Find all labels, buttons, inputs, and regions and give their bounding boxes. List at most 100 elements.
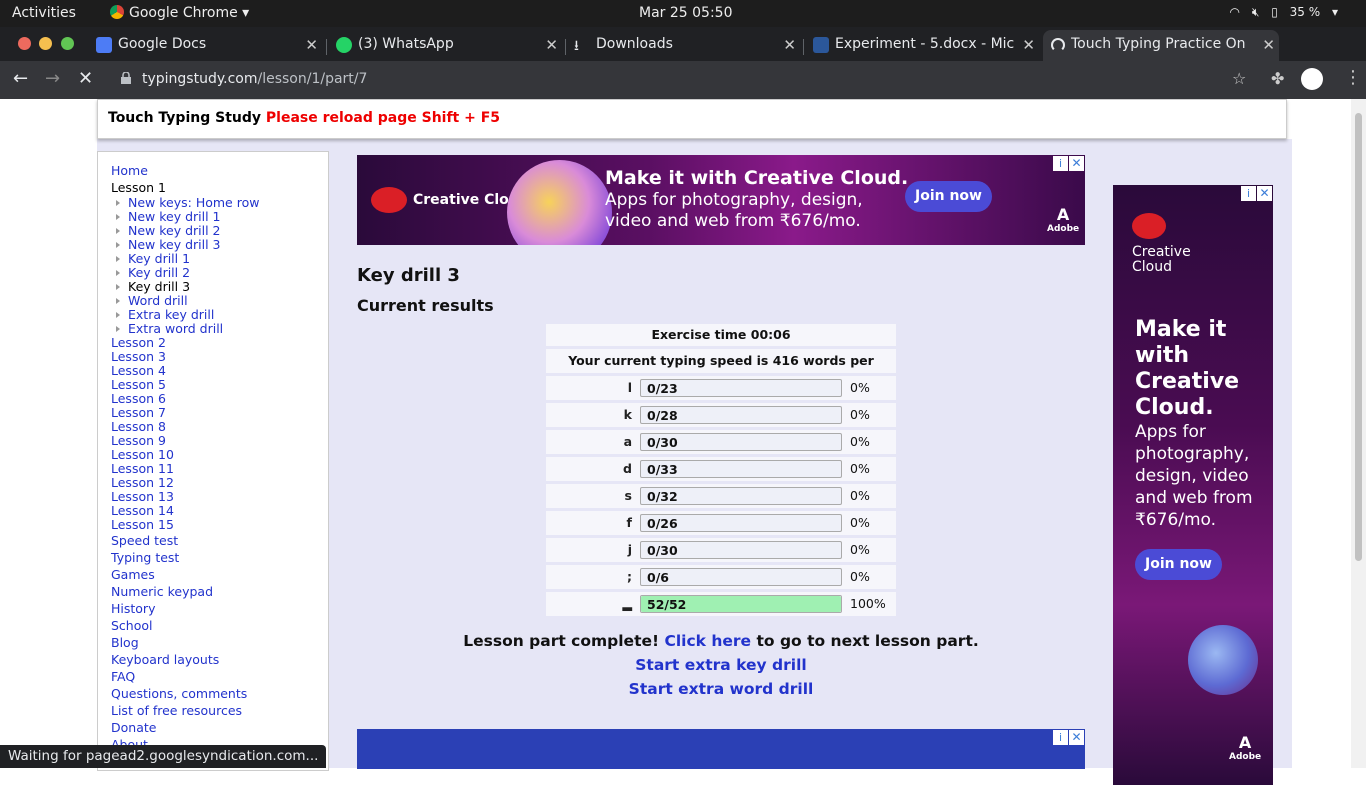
sidebar-link-extra-word-drill[interactable]: Extra word drill [128,322,328,336]
adchoices-icon[interactable]: i [1053,730,1068,745]
key-result-row: k 0/28 0% [546,403,896,427]
sidebar-item-history[interactable]: History [111,600,328,617]
sidebar-nav: Home Lesson 1 New keys: Home row New key… [97,151,329,771]
app-menu[interactable]: Google Chrome ▾ [110,5,249,21]
progress-count: 0/30 [647,435,678,450]
sidebar-link-key-drill-2[interactable]: Key drill 2 [128,266,328,280]
system-tray[interactable]: ◠ 🔇︎ ▯ 35 % ▾ [1222,5,1339,20]
sidebar-link-new-key-drill-3[interactable]: New key drill 3 [128,238,328,252]
sidebar-item-typing-test[interactable]: Typing test [111,549,328,566]
sidebar-current-key-drill-3: Key drill 3 [128,279,191,294]
close-ad-icon[interactable]: ✕ [1069,730,1084,745]
progress-count: 0/26 [647,516,678,531]
close-tab-icon[interactable]: ✕ [545,36,558,54]
ad-planet-image [1188,625,1258,695]
close-tab-icon[interactable]: ✕ [305,36,318,54]
sidebar-item-school[interactable]: School [111,617,328,634]
sidebar-link-new-keys[interactable]: New keys: Home row [128,196,328,210]
tab-downloads[interactable]: ⭳ Downloads ✕ [568,30,800,61]
tab-touch-typing[interactable]: Touch Typing Practice On ✕ [1043,30,1279,61]
key-result-row: ▂ 52/52 100% [546,592,896,616]
sidebar-item-lesson[interactable]: Lesson 4 [111,364,328,378]
sidebar-item-lesson[interactable]: Lesson 9 [111,434,328,448]
tab-google-docs[interactable]: Google Docs ✕ [90,30,322,61]
sidebar-item-lesson[interactable]: Lesson 8 [111,420,328,434]
bottom-banner-ad[interactable]: i ✕ [357,729,1085,769]
start-extra-word-drill-link[interactable]: Start extra word drill [629,680,814,698]
key-result-row: a 0/30 0% [546,430,896,454]
extensions-puzzle-icon[interactable]: ✤ [1271,69,1284,88]
sidebar-item-lesson[interactable]: Lesson 6 [111,392,328,406]
forward-button[interactable]: → [45,68,60,89]
sidebar-item-free-resources[interactable]: List of free resources [111,702,328,719]
progress-percent: 0% [850,434,870,449]
sidebar-item-lesson[interactable]: Lesson 13 [111,490,328,504]
tab-word-document[interactable]: Experiment - 5.docx - Micr ✕ [807,30,1039,61]
sidebar-item-speed-test[interactable]: Speed test [111,532,328,549]
scrollbar-thumb[interactable] [1355,113,1362,561]
page-scrollbar[interactable] [1351,99,1366,768]
key-progress-bar: 0/32 [640,487,842,505]
sidebar-item-blog[interactable]: Blog [111,634,328,651]
close-tab-icon[interactable]: ✕ [1262,36,1275,54]
progress-percent: 0% [850,488,870,503]
profile-avatar[interactable] [1301,68,1323,90]
minimize-window-button[interactable] [39,37,52,50]
sidebar-item-home[interactable]: Home [111,162,328,179]
ad-join-button[interactable]: Join now [905,181,992,212]
close-tab-icon[interactable]: ✕ [1022,36,1035,54]
adchoices-icon[interactable]: i [1053,156,1068,171]
sidebar-item-lesson[interactable]: Lesson 10 [111,448,328,462]
ad-subline: Apps for photography, design, video and … [605,190,863,231]
sidebar-item-lesson[interactable]: Lesson 14 [111,504,328,518]
top-banner-ad[interactable]: Creative Cloud Make it with Creative Clo… [357,155,1085,245]
sidebar-link-word-drill[interactable]: Word drill [128,294,328,308]
site-name[interactable]: Touch Typing Study [108,110,261,126]
key-result-row: f 0/26 0% [546,511,896,535]
next-lesson-link[interactable]: Click here [664,632,751,650]
sidebar-item-lesson[interactable]: Lesson 15 [111,518,328,532]
tab-whatsapp[interactable]: (3) WhatsApp ✕ [330,30,562,61]
typing-speed: Your current typing speed is 416 words p… [546,349,896,392]
ad-brand: Creative Cloud [371,187,529,213]
stop-loading-button[interactable]: ✕ [78,68,93,89]
tab-label: Touch Typing Practice On [1071,36,1246,52]
progress-count: 0/6 [647,570,669,585]
ad-join-button[interactable]: Join now [1135,549,1222,580]
close-window-button[interactable] [18,37,31,50]
sidebar-item-questions[interactable]: Questions, comments [111,685,328,702]
sidebar-link-new-key-drill-1[interactable]: New key drill 1 [128,210,328,224]
activities-button[interactable]: Activities [12,5,76,21]
key-result-row: ; 0/6 0% [546,565,896,589]
sidebar-item-games[interactable]: Games [111,566,328,583]
close-ad-icon[interactable]: ✕ [1069,156,1084,171]
sidebar-item-keyboard-layouts[interactable]: Keyboard layouts [111,651,328,668]
adobe-logo: A Adobe [1047,205,1079,234]
ad-brand-label: Creative Cloud [1132,244,1191,275]
start-extra-key-drill-link[interactable]: Start extra key drill [635,656,806,674]
close-tab-icon[interactable]: ✕ [783,36,796,54]
adchoices-icon[interactable]: i [1241,186,1256,201]
sidebar-link-key-drill-1[interactable]: Key drill 1 [128,252,328,266]
sidebar-link-new-key-drill-2[interactable]: New key drill 2 [128,224,328,238]
bookmark-star-icon[interactable]: ☆ [1232,69,1246,88]
sidebar-item-lesson[interactable]: Lesson 2 [111,336,328,350]
maximize-window-button[interactable] [61,37,74,50]
clock[interactable]: Mar 25 05:50 [639,5,732,21]
back-button[interactable]: ← [13,68,28,89]
sidebar-item-lesson[interactable]: Lesson 5 [111,378,328,392]
sidebar-item-numeric-keypad[interactable]: Numeric keypad [111,583,328,600]
sidebar-item-lesson[interactable]: Lesson 12 [111,476,328,490]
close-ad-icon[interactable]: ✕ [1257,186,1272,201]
sidebar-item-lesson[interactable]: Lesson 7 [111,406,328,420]
tab-strip: Google Docs ✕ (3) WhatsApp ✕ ⭳ Downloads… [0,27,1366,83]
address-bar[interactable]: typingstudy.com/lesson/1/part/7 [109,65,1259,95]
sidebar-item-donate[interactable]: Donate [111,719,328,736]
chrome-menu-icon[interactable]: ⋮ [1344,67,1362,88]
sidebar-item-faq[interactable]: FAQ [111,668,328,685]
side-banner-ad[interactable]: Creative Cloud Make it with Creative Clo… [1113,185,1273,785]
sidebar-link-extra-key-drill[interactable]: Extra key drill [128,308,328,322]
sidebar-item-lesson[interactable]: Lesson 11 [111,462,328,476]
sidebar-item-lesson[interactable]: Lesson 3 [111,350,328,364]
status-bubble: Waiting for pagead2.googlesyndication.co… [0,745,327,768]
